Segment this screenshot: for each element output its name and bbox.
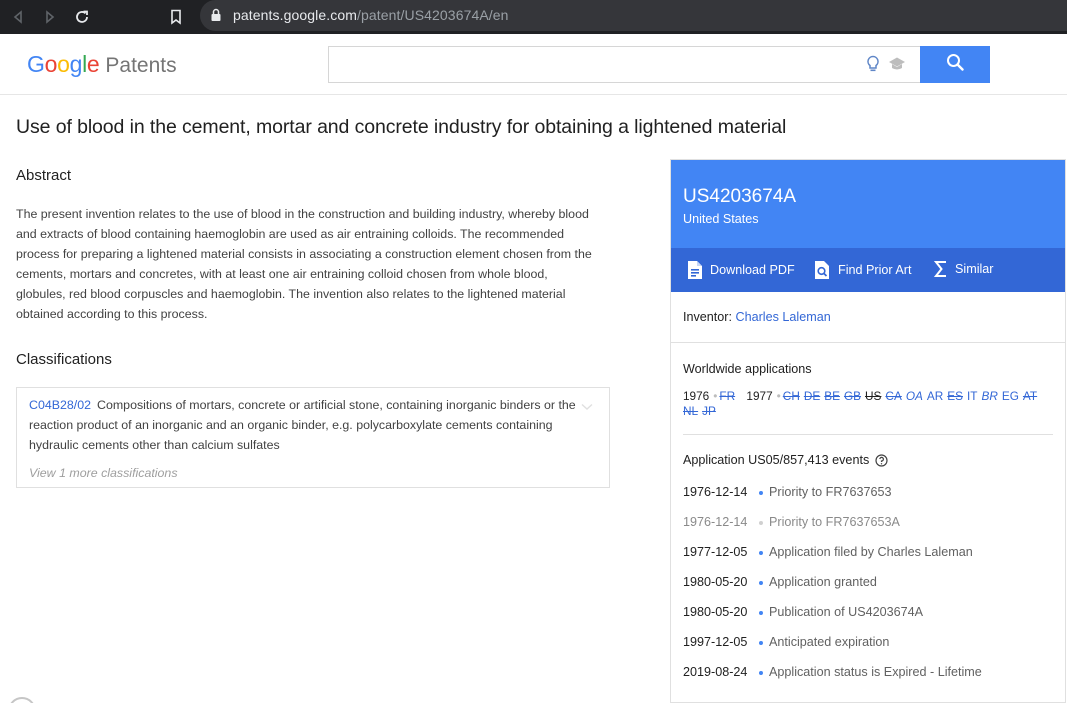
country-link[interactable]: DE	[804, 389, 820, 403]
forward-icon[interactable]	[40, 7, 60, 27]
inventor-row: Inventor: Charles Laleman	[683, 310, 831, 324]
patent-card-header: US4203674A United States	[671, 160, 1065, 248]
country-link[interactable]: AR	[927, 389, 943, 403]
events-timeline: 1976-12-14 Priority to FR7637653 1976-12-…	[683, 481, 1055, 691]
inventor-link[interactable]: Charles Laleman	[736, 310, 831, 324]
url-text: patents.google.com/patent/US4203674A/en	[233, 7, 509, 23]
event-row: 1997-12-05 Anticipated expiration	[683, 635, 890, 649]
pdf-file-icon	[688, 261, 702, 279]
similar-button[interactable]: Similar	[934, 260, 993, 278]
document-search-icon	[815, 261, 829, 279]
site-header: Google Patents	[0, 34, 1067, 95]
scholar-cap-icon[interactable]	[888, 56, 906, 77]
event-row: 1977-12-05 Application filed by Charles L…	[683, 545, 973, 559]
reload-icon[interactable]	[72, 7, 92, 27]
application-events-heading: Application US05/857,413 events	[683, 453, 888, 467]
address-bar[interactable]: patents.google.com/patent/US4203674A/en	[200, 0, 1067, 31]
classification-code-link[interactable]: C04B28/02	[29, 398, 91, 412]
browser-toolbar: patents.google.com/patent/US4203674A/en	[0, 0, 1067, 34]
lock-icon	[210, 8, 222, 27]
publication-number: US4203674A	[683, 186, 797, 207]
country-link[interactable]: ES	[947, 389, 963, 403]
search-icon	[946, 53, 964, 76]
worldwide-applications-list: 1976 • FR 1977 • CH DE BE GB US CA OA AR ES IT BR EG AT N…	[683, 389, 1038, 418]
floating-button[interactable]	[8, 697, 36, 703]
find-prior-art-button[interactable]: Find Prior Art	[814, 260, 911, 280]
search-input[interactable]	[329, 47, 849, 82]
classification-entry: C04B28/02 Compositions of mortars, concre…	[29, 395, 589, 455]
event-row: 1980-05-20 Application granted	[683, 575, 877, 589]
search-button[interactable]	[920, 46, 990, 83]
event-row: 1976-12-14 Priority to FR7637653A	[683, 515, 900, 529]
patent-info-card: US4203674A United States Download PDF Fi…	[670, 159, 1066, 703]
country-link[interactable]: EG	[1002, 389, 1019, 403]
abstract-text: The present invention relates to the use…	[16, 207, 592, 321]
chevron-down-icon[interactable]	[581, 398, 593, 416]
patent-title: Use of blood in the cement, mortar and c…	[16, 116, 787, 138]
patent-actions-bar: Download PDF Find Prior Art Similar	[671, 248, 1065, 292]
country-current: US	[865, 389, 882, 403]
event-row: 1976-12-14 Priority to FR7637653	[683, 485, 892, 499]
country-link[interactable]: NL	[683, 404, 698, 418]
divider	[683, 434, 1053, 435]
lightbulb-icon[interactable]	[866, 55, 880, 78]
country-link[interactable]: BE	[824, 389, 840, 403]
classification-card: C04B28/02 Compositions of mortars, concre…	[16, 387, 610, 488]
download-pdf-button[interactable]: Download PDF	[687, 260, 795, 280]
country-link[interactable]: GB	[844, 389, 861, 403]
back-icon[interactable]	[8, 7, 28, 27]
sigma-icon	[934, 261, 946, 277]
event-row: 2019-08-24 Application status is Expired …	[683, 665, 982, 679]
country-link[interactable]: BR	[981, 389, 997, 403]
abstract-heading: Abstract	[16, 167, 72, 184]
classification-description: Compositions of mortars, concrete or art…	[29, 398, 576, 452]
country-link[interactable]: OA	[906, 389, 923, 403]
classifications-heading: Classifications	[16, 351, 112, 368]
event-row: 1980-05-20 Publication of US4203674A	[683, 605, 924, 619]
search-box	[328, 46, 920, 83]
help-icon[interactable]	[875, 453, 888, 467]
country-link[interactable]: IT	[967, 389, 977, 403]
divider	[671, 342, 1065, 343]
bookmark-icon[interactable]	[166, 7, 186, 27]
country-link[interactable]: CA	[885, 389, 901, 403]
patent-country: United States	[683, 212, 759, 226]
country-link[interactable]: JP	[702, 404, 716, 418]
country-link[interactable]: FR	[719, 389, 735, 403]
worldwide-applications-heading: Worldwide applications	[683, 362, 812, 376]
country-link[interactable]: AT	[1023, 389, 1037, 403]
google-patents-logo[interactable]: Google Patents	[27, 51, 177, 78]
country-link[interactable]: CH	[783, 389, 800, 403]
view-more-classifications-link[interactable]: View 1 more classifications	[29, 466, 178, 480]
